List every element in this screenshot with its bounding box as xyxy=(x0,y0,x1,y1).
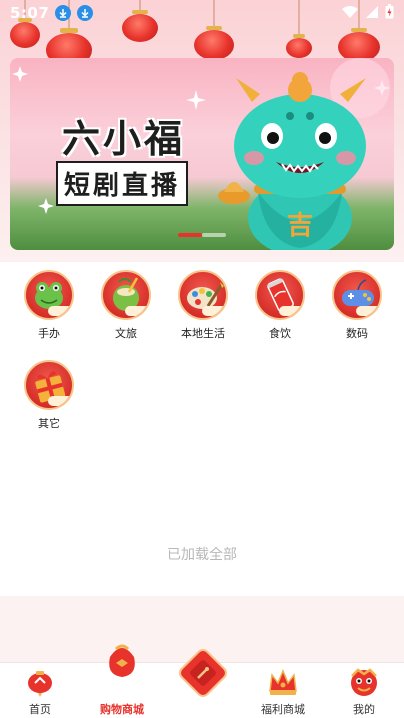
banner-pagination xyxy=(178,233,226,237)
battery-charging-icon xyxy=(385,3,394,23)
category-label: 食饮 xyxy=(269,327,291,340)
nav-item-welfare-mall[interactable]: 福利商城 xyxy=(243,663,323,718)
nav-label: 我的 xyxy=(353,703,375,716)
dragon-mascot-icon: 吉 xyxy=(218,72,366,250)
nav-item-shopping-mall[interactable]: 购物商城 xyxy=(82,644,162,718)
category-label: 数码 xyxy=(346,327,368,340)
category-item-digital[interactable]: 数码 xyxy=(326,270,388,341)
category-item-local-life[interactable]: 本地生活 xyxy=(172,270,234,341)
category-item-food-drink[interactable]: 食饮 xyxy=(249,270,311,341)
list-end-text: 已加载全部 xyxy=(167,547,237,563)
category-label: 文旅 xyxy=(115,327,137,340)
nav-item-home[interactable]: 首页 xyxy=(0,663,80,718)
crown-icon xyxy=(269,669,297,695)
home-lantern-icon xyxy=(28,671,52,697)
category-section: 手办 文旅 本地生活 食饮 数码 其它 已加载全部 xyxy=(0,262,404,596)
status-time: 5:07 xyxy=(10,4,50,22)
nav-label: 首页 xyxy=(29,703,51,716)
category-item-culture-travel[interactable]: 文旅 xyxy=(95,270,157,341)
banner-subtitle: 短剧直播 xyxy=(56,161,189,206)
wifi-icon xyxy=(341,4,359,23)
lion-mask-icon xyxy=(351,668,377,696)
nav-label: 福利商城 xyxy=(261,703,305,716)
category-label: 本地生活 xyxy=(181,327,225,340)
signal-icon xyxy=(365,4,379,23)
category-item-other[interactable]: 其它 xyxy=(18,360,80,431)
promo-banner[interactable]: 六小福 短剧直播 吉 xyxy=(10,58,394,250)
svg-text:吉: 吉 xyxy=(287,211,313,241)
nav-item-mine[interactable]: 我的 xyxy=(324,663,404,718)
category-label: 其它 xyxy=(38,417,60,430)
category-item-figures[interactable]: 手办 xyxy=(18,270,80,341)
shopping-bag-icon xyxy=(109,644,135,677)
banner-dot[interactable] xyxy=(202,233,226,237)
banner-dot-active[interactable] xyxy=(178,233,202,237)
category-label: 手办 xyxy=(38,327,60,340)
center-red-packet-button[interactable] xyxy=(178,648,228,698)
center-red-packet-icon xyxy=(179,649,227,697)
banner-title: 六小福 xyxy=(62,117,186,161)
download-icon xyxy=(55,5,72,21)
status-bar: 5:07 xyxy=(0,0,404,26)
nav-label-active: 购物商城 xyxy=(100,703,144,716)
download-icon xyxy=(77,5,94,21)
